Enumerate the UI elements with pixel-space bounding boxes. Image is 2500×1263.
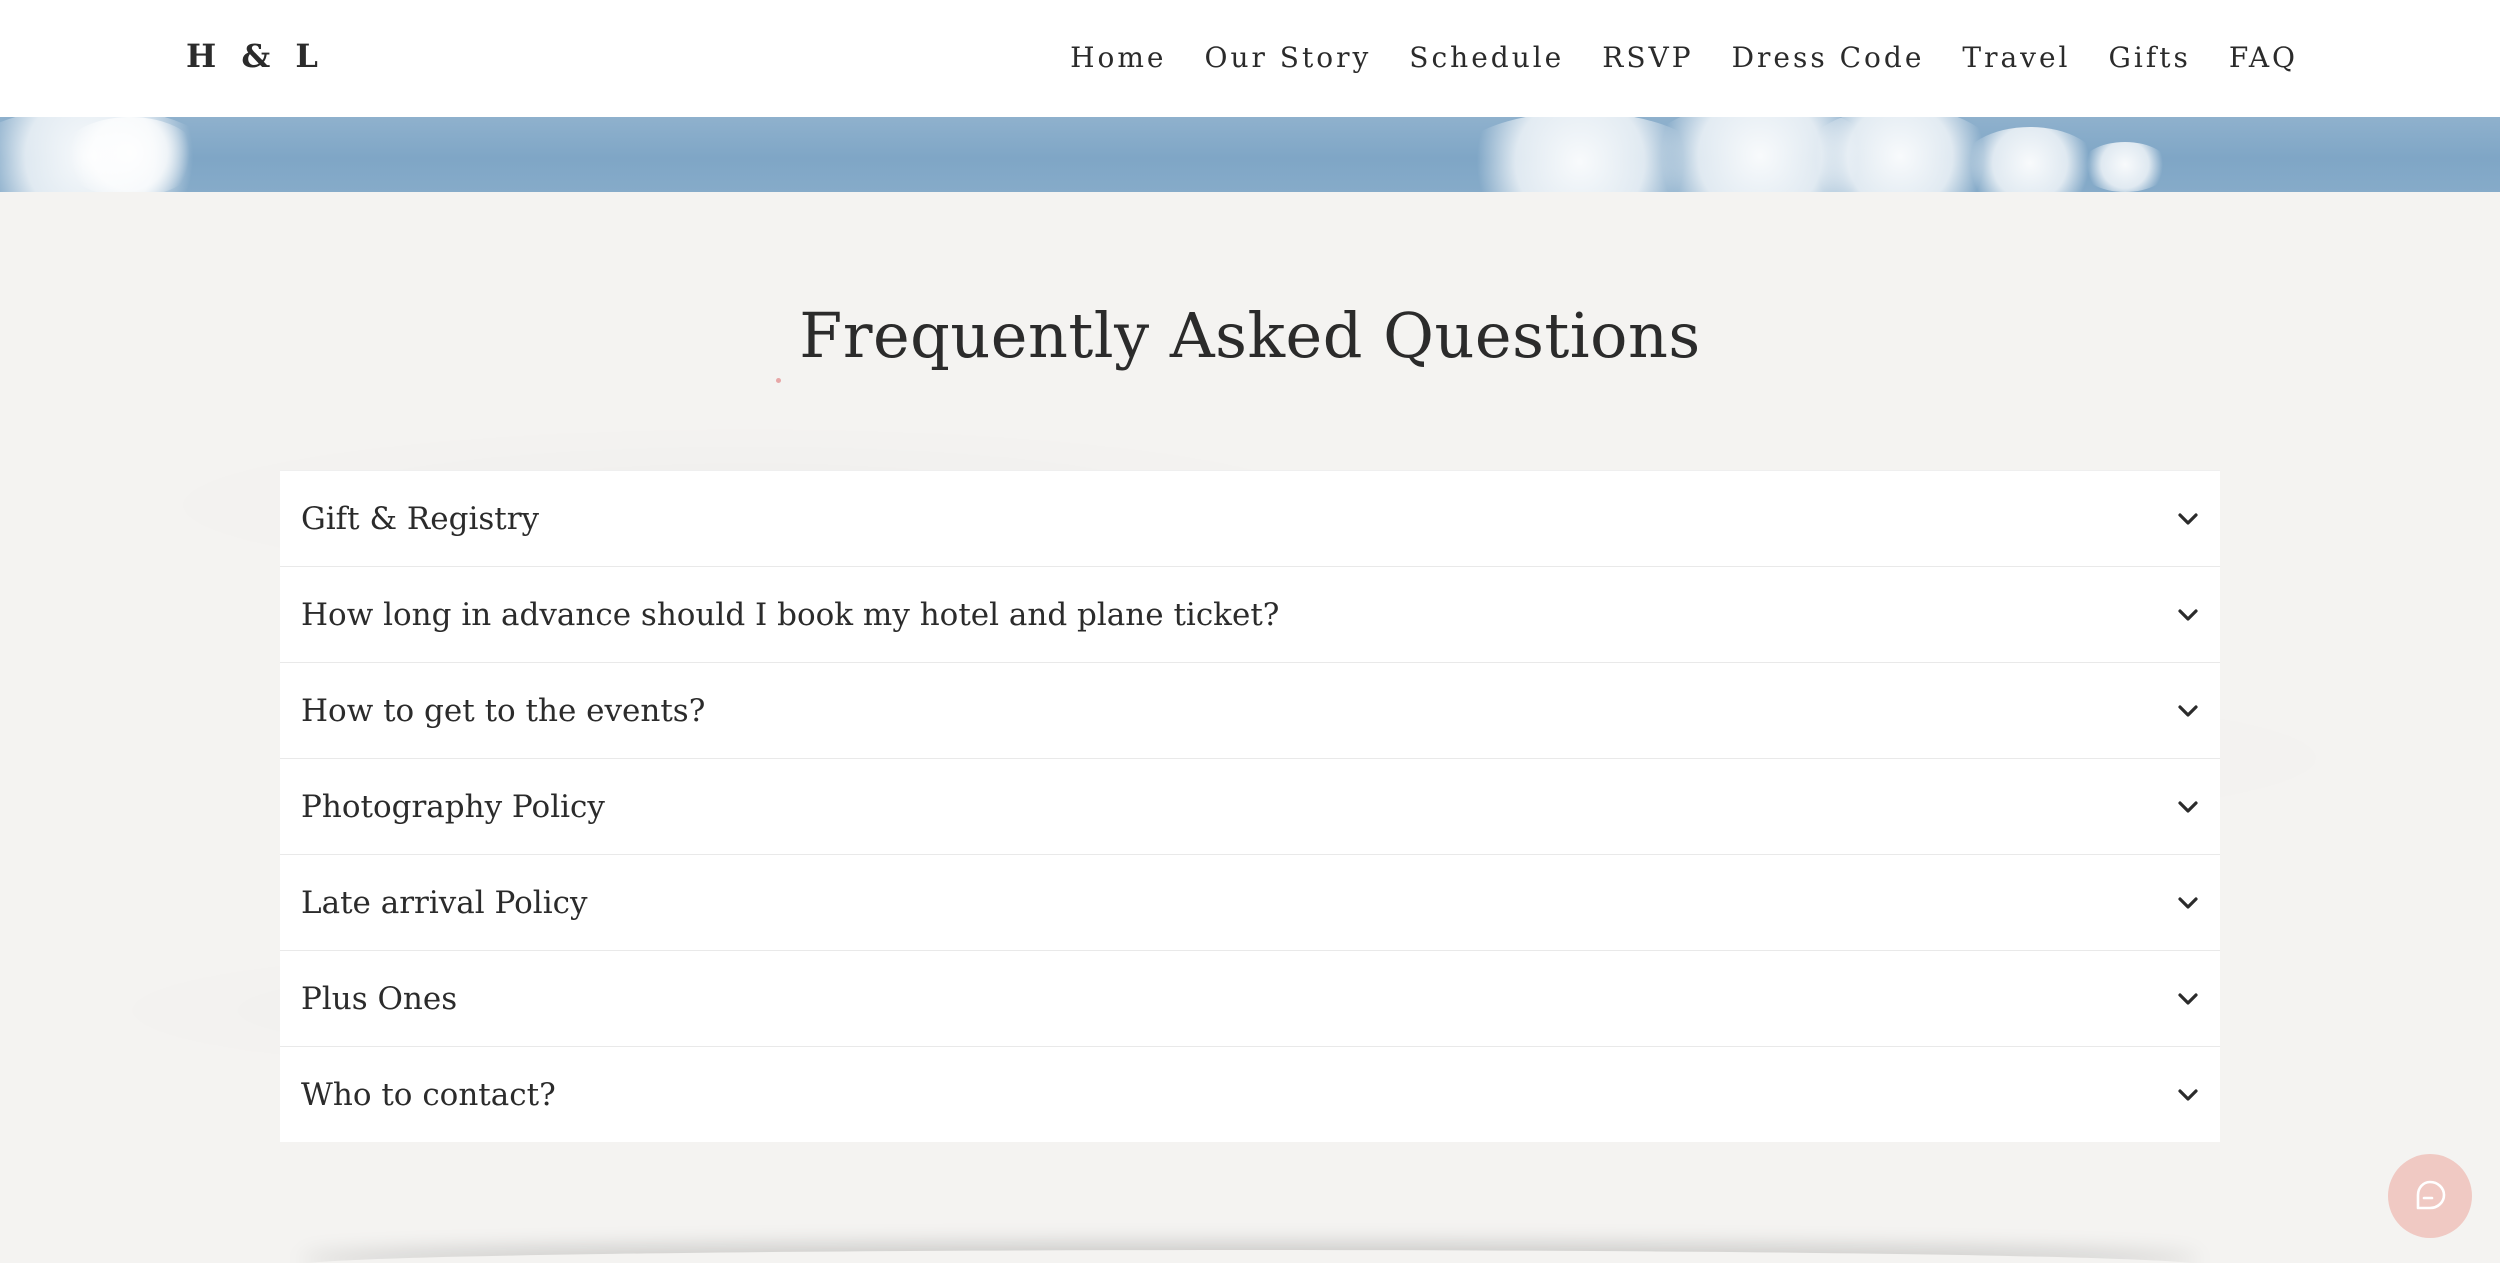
- nav-faq[interactable]: FAQ: [2229, 38, 2298, 78]
- faq-question: How long in advance should I book my hot…: [301, 597, 1280, 633]
- chevron-down-icon: [2178, 513, 2198, 525]
- chat-bubble-icon: [2416, 1180, 2446, 1210]
- chevron-down-icon: [2178, 993, 2198, 1005]
- chevron-down-icon: [2178, 1089, 2198, 1101]
- chevron-down-icon: [2178, 609, 2198, 621]
- page-title: Frequently Asked Questions: [799, 299, 1701, 372]
- nav-home[interactable]: Home: [1070, 38, 1166, 78]
- faq-question: Who to contact?: [301, 1077, 556, 1113]
- faq-question: Late arrival Policy: [301, 885, 588, 921]
- faq-item-late-arrival-policy[interactable]: Late arrival Policy: [280, 854, 2220, 950]
- nav-schedule[interactable]: Schedule: [1409, 38, 1564, 78]
- faq-item-booking-advance[interactable]: How long in advance should I book my hot…: [280, 566, 2220, 662]
- nav-dress-code[interactable]: Dress Code: [1732, 38, 1925, 78]
- faq-question: How to get to the events?: [301, 693, 706, 729]
- chat-button[interactable]: [2388, 1154, 2472, 1238]
- faq-item-gift-registry[interactable]: Gift & Registry: [280, 470, 2220, 566]
- faq-question: Gift & Registry: [301, 501, 540, 537]
- decorative-speck: [776, 378, 781, 383]
- site-logo[interactable]: H & L: [186, 34, 325, 78]
- nav-travel[interactable]: Travel: [1962, 38, 2070, 78]
- faq-question: Photography Policy: [301, 789, 605, 825]
- chevron-down-icon: [2178, 897, 2198, 909]
- faq-item-getting-to-events[interactable]: How to get to the events?: [280, 662, 2220, 758]
- nav-rsvp[interactable]: RSVP: [1602, 38, 1693, 78]
- nav-gifts[interactable]: Gifts: [2109, 38, 2191, 78]
- main-nav: Home Our Story Schedule RSVP Dress Code …: [1032, 38, 2298, 78]
- nav-our-story[interactable]: Our Story: [1205, 38, 1372, 78]
- next-section-edge: [300, 1250, 2200, 1263]
- faq-item-plus-ones[interactable]: Plus Ones: [280, 950, 2220, 1046]
- chevron-down-icon: [2178, 705, 2198, 717]
- faq-item-who-to-contact[interactable]: Who to contact?: [280, 1046, 2220, 1142]
- faq-question: Plus Ones: [301, 981, 458, 1017]
- site-header: H & L Home Our Story Schedule RSVP Dress…: [0, 0, 2500, 117]
- faq-accordion: Gift & Registry How long in advance shou…: [280, 470, 2220, 1142]
- chevron-down-icon: [2178, 801, 2198, 813]
- sky-banner-image: [0, 117, 2500, 192]
- faq-item-photography-policy[interactable]: Photography Policy: [280, 758, 2220, 854]
